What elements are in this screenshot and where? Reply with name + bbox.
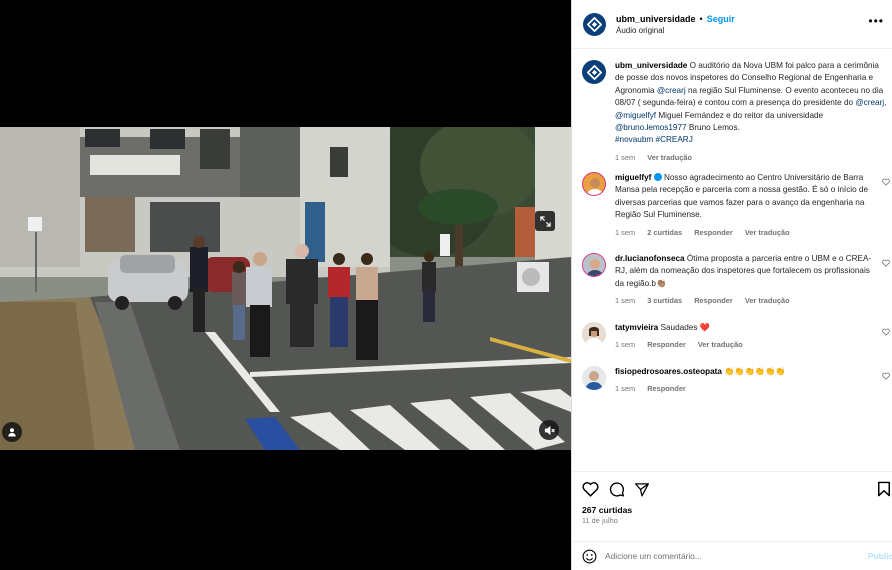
likes-count[interactable]: 3 curtidas: [647, 296, 682, 305]
more-options-icon[interactable]: •••: [868, 14, 884, 28]
like-comment-icon[interactable]: [882, 259, 890, 267]
post-actions: 267 curtidas 11 de julho: [572, 471, 892, 541]
post-panel: ubm_universidade • Seguir Áudio original…: [571, 0, 892, 570]
translate-link[interactable]: Ver tradução: [745, 228, 790, 237]
timestamp: 1 sem: [615, 227, 636, 237]
comment-input[interactable]: Adicione um comentário...: [605, 551, 702, 561]
avatar[interactable]: [582, 253, 606, 277]
save-icon[interactable]: [877, 481, 891, 497]
comment-username[interactable]: miguelfyf: [615, 173, 651, 182]
comment-text: 👏👏👏👏👏👏: [724, 367, 786, 376]
mention-link[interactable]: @bruno.lemos1977: [615, 123, 687, 132]
caption: ubm_universidade O auditório da Nova UBM…: [582, 60, 890, 164]
mute-icon[interactable]: [539, 420, 559, 440]
timestamp: 1 sem: [615, 340, 636, 350]
share-icon[interactable]: [634, 482, 650, 497]
like-comment-icon[interactable]: [882, 328, 890, 336]
reply-button[interactable]: Responder: [647, 384, 686, 393]
caption-meta: 1 sem Ver tradução: [615, 152, 887, 164]
hashtag-links[interactable]: #novaubm #CREARJ: [615, 135, 693, 144]
timestamp: 1 sem: [615, 384, 636, 394]
comment-icon[interactable]: [608, 481, 625, 497]
comment-username[interactable]: tatymvieira: [615, 323, 658, 332]
like-comment-icon[interactable]: [882, 372, 890, 380]
media-pane: [0, 0, 571, 570]
reply-button[interactable]: Responder: [694, 228, 733, 237]
post-date: 11 de julho: [582, 518, 618, 525]
translate-link[interactable]: Ver tradução: [698, 340, 743, 349]
comment-composer: Adicione um comentário... Publicar: [572, 541, 892, 570]
video-frame: [0, 127, 571, 450]
comments-list: ubm_universidade O auditório da Nova UBM…: [572, 50, 892, 470]
likes-count[interactable]: 267 curtidas: [582, 505, 883, 515]
post-username[interactable]: ubm_universidade: [616, 14, 696, 24]
separator-dot: •: [699, 13, 703, 24]
emoji-icon[interactable]: [582, 549, 597, 564]
audio-label[interactable]: Áudio original: [616, 26, 735, 35]
post-video[interactable]: [0, 127, 571, 450]
reply-button[interactable]: Responder: [647, 340, 686, 349]
tagged-users-icon[interactable]: [2, 422, 22, 442]
mention-link[interactable]: @crearj: [657, 86, 686, 95]
timestamp: 1 sem: [615, 152, 636, 162]
comment-item: miguelfyf Nosso agradecimento ao Centro …: [582, 172, 890, 239]
comment-text: Nosso agradecimento ao Centro Universitá…: [615, 173, 869, 220]
caption-text: ubm_universidade O auditório da Nova UBM…: [615, 61, 887, 145]
publish-button[interactable]: Publicar: [868, 551, 892, 561]
expand-icon[interactable]: [535, 211, 555, 231]
post-header: ubm_universidade • Seguir Áudio original…: [572, 0, 892, 49]
comment-username[interactable]: fisiopedrosoares.osteopata: [615, 367, 722, 376]
timestamp: 1 sem: [615, 296, 636, 306]
translate-link[interactable]: Ver tradução: [647, 153, 692, 162]
comment-text: Saudades ❤️: [660, 323, 710, 332]
like-comment-icon[interactable]: [882, 178, 890, 186]
avatar[interactable]: [582, 172, 606, 196]
comment-username[interactable]: dr.lucianofonseca: [615, 254, 685, 263]
reply-button[interactable]: Responder: [694, 296, 733, 305]
caption-username[interactable]: ubm_universidade: [615, 61, 687, 70]
avatar[interactable]: [582, 366, 606, 390]
mention-link[interactable]: @crearj: [855, 98, 884, 107]
comment-item: dr.lucianofonseca Ótima proposta a parce…: [582, 253, 890, 308]
likes-count[interactable]: 2 curtidas: [647, 228, 682, 237]
avatar[interactable]: [583, 12, 606, 36]
comment-item: tatymvieira Saudades ❤️ 1 sem Responder …: [582, 322, 890, 352]
mention-link[interactable]: @miguelfyf: [615, 111, 656, 120]
comment-item: fisiopedrosoares.osteopata 👏👏👏👏👏👏 1 sem …: [582, 366, 890, 396]
like-icon[interactable]: [582, 481, 599, 497]
avatar[interactable]: [582, 60, 606, 84]
verified-icon: [653, 173, 662, 181]
translate-link[interactable]: Ver tradução: [745, 296, 790, 305]
follow-button[interactable]: Seguir: [707, 14, 735, 24]
instagram-post-modal: ubm_universidade • Seguir Áudio original…: [0, 0, 892, 570]
avatar[interactable]: [582, 322, 606, 346]
